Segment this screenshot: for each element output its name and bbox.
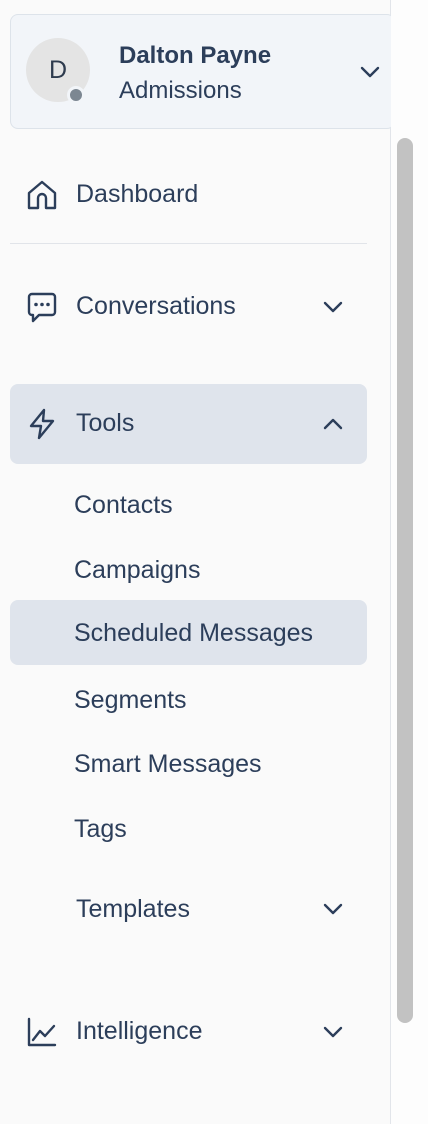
avatar-initial: D <box>48 55 68 84</box>
chevron-down-icon <box>321 900 345 918</box>
chevron-up-icon <box>321 415 345 433</box>
sub-item-templates[interactable]: Templates <box>10 876 367 941</box>
sub-item-smart-messages[interactable]: Smart Messages <box>10 731 367 796</box>
user-account-menu[interactable]: D Dalton Payne Admissions <box>10 14 395 129</box>
sub-item-contacts[interactable]: Contacts <box>10 472 367 537</box>
nav-label-conversations: Conversations <box>76 292 236 320</box>
presence-status-dot <box>67 86 85 104</box>
user-role: Admissions <box>119 77 242 104</box>
nav-item-dashboard[interactable]: Dashboard <box>10 155 367 235</box>
scrollbar-thumb[interactable] <box>397 138 413 1023</box>
nav-item-tools[interactable]: Tools <box>10 384 367 464</box>
lightning-icon <box>25 407 59 441</box>
chevron-down-icon <box>321 1023 345 1041</box>
sub-item-scheduled-messages[interactable]: Scheduled Messages <box>10 600 367 665</box>
sub-item-tags[interactable]: Tags <box>10 796 367 861</box>
sidebar: D Dalton Payne Admissions Dashboard Conv <box>0 0 395 1124</box>
chat-bubble-icon <box>25 290 59 324</box>
home-icon <box>25 178 59 212</box>
nav-label-intelligence: Intelligence <box>76 1017 203 1045</box>
chevron-down-icon[interactable] <box>359 63 381 81</box>
nav-label-tools: Tools <box>76 409 135 437</box>
nav-item-conversations[interactable]: Conversations <box>10 267 367 347</box>
user-name: Dalton Payne <box>119 42 272 69</box>
sub-item-label: Segments <box>74 686 187 714</box>
sub-item-label: Contacts <box>74 491 173 519</box>
sub-item-label: Tags <box>74 815 127 843</box>
nav-divider <box>10 243 367 244</box>
sub-item-label: Templates <box>76 895 190 923</box>
sub-item-label: Smart Messages <box>74 750 262 778</box>
line-chart-icon <box>25 1015 59 1049</box>
sub-item-label: Scheduled Messages <box>74 619 314 647</box>
sub-item-campaigns[interactable]: Campaigns <box>10 537 367 602</box>
chevron-down-icon <box>321 298 345 316</box>
sub-item-segments[interactable]: Segments <box>10 667 367 732</box>
nav-label-dashboard: Dashboard <box>76 180 199 208</box>
nav-item-intelligence[interactable]: Intelligence <box>10 992 367 1072</box>
sub-item-label: Campaigns <box>74 556 201 584</box>
